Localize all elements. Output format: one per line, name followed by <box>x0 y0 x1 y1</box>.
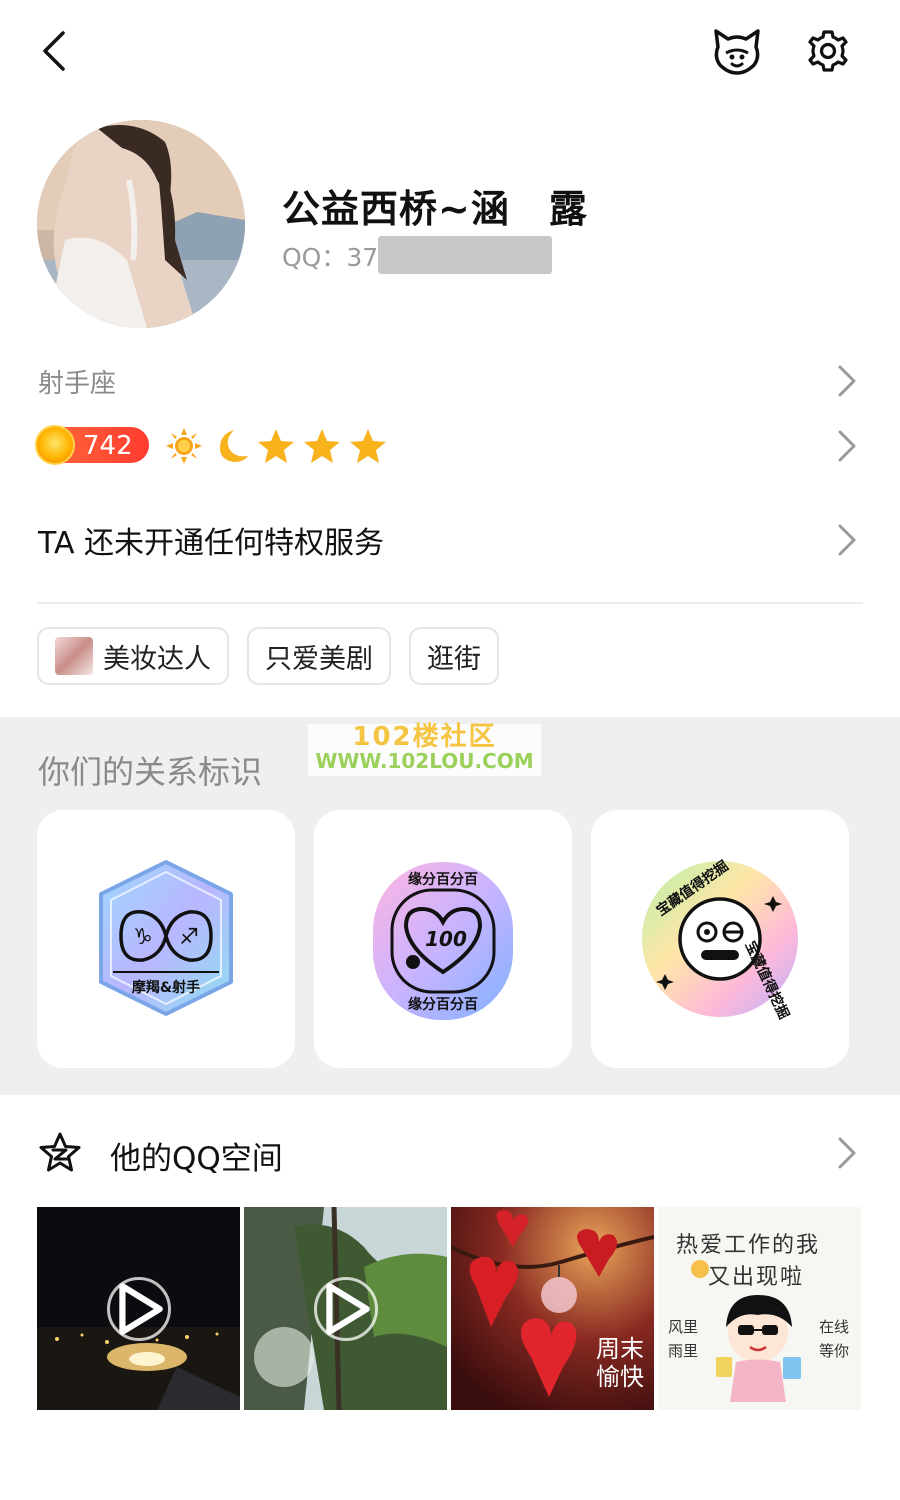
star-icon <box>258 429 294 463</box>
avatar-image <box>37 120 245 328</box>
zodiac-badge-card[interactable]: ♑ ♐ 摩羯&射手 <box>37 810 295 1068</box>
privilege-row[interactable]: TA 还未开通任何特权服务 <box>0 510 900 570</box>
fate-badge-ring-text-bottom: 缘分百分百 <box>408 996 478 1013</box>
qzone-row[interactable]: 他的QQ空间 <box>0 1125 900 1185</box>
watermark-line1: 102楼社区 <box>352 722 497 752</box>
fate-badge: 100 缘分百分百 缘分百分百 <box>373 862 513 1020</box>
tag-label: 美妆达人 <box>103 643 211 675</box>
work-text-line1: 热爱工作的我 <box>676 1233 821 1258</box>
treasure-badge: 宝藏值得挖掘 宝藏值得挖掘 <box>642 857 798 1022</box>
tag-tv-series[interactable]: 只爱美剧 <box>247 627 391 685</box>
zodiac-row[interactable]: 射手座 <box>0 355 900 405</box>
watermark: 102楼社区 WWW.102LOU.COM <box>308 722 541 776</box>
pet-button[interactable] <box>708 24 766 78</box>
work-text-left: 风里 雨里 <box>668 1318 699 1360</box>
top-bar <box>0 0 900 105</box>
pet-face-icon <box>714 29 760 75</box>
privilege-label: TA 还未开通任何特权服务 <box>38 526 385 561</box>
gear-icon <box>808 30 848 72</box>
work-text-line2: 又出现啦 <box>708 1265 805 1290</box>
zodiac-label: 射手座 <box>38 369 117 399</box>
qzone-title: 他的QQ空间 <box>110 1141 283 1177</box>
chevron-right-icon <box>838 1137 856 1169</box>
nickname: 公益西桥~涵 露 <box>282 187 588 231</box>
qzone-photo-weekend[interactable]: 周末愉快 <box>451 1207 654 1410</box>
sagittarius-symbol: ♐ <box>179 925 199 950</box>
qzone-video-2[interactable] <box>244 1207 447 1410</box>
qzone-star-icon <box>39 1132 81 1172</box>
fate-badge-number: 100 <box>425 927 467 951</box>
tag-label: 逛街 <box>427 643 481 675</box>
level-badge: 742 <box>35 425 149 465</box>
tag-makeup[interactable]: 美妆达人 <box>37 627 229 685</box>
capricorn-symbol: ♑ <box>133 925 153 950</box>
avatar[interactable] <box>37 120 245 328</box>
qzone-photos: 周末愉快 热爱工作的我 又出现啦 风里 雨里 在线 等你 <box>37 1207 863 1410</box>
fate-badge-ring-text: 缘分百分百 <box>408 871 478 888</box>
chevron-right-icon <box>838 365 856 397</box>
zodiac-badge: ♑ ♐ 摩羯&射手 <box>99 860 233 1016</box>
settings-button[interactable] <box>800 24 856 78</box>
play-button[interactable] <box>107 1277 171 1341</box>
chevron-left-icon <box>43 31 65 71</box>
tag-thumbnail <box>55 637 93 675</box>
level-number: 742 <box>83 431 133 461</box>
tag-label: 只爱美剧 <box>265 643 373 675</box>
interest-tags: 美妆达人 只爱美剧 逛街 <box>37 627 499 685</box>
play-icon <box>326 1283 370 1335</box>
level-row[interactable]: 742 <box>0 420 900 472</box>
star-icon <box>304 429 340 463</box>
chevron-right-icon <box>838 524 856 556</box>
star-icon <box>350 429 386 463</box>
play-icon <box>119 1283 163 1335</box>
work-text-right: 在线 等你 <box>819 1318 850 1360</box>
qq-number: QQ：37 <box>282 243 379 272</box>
level-icons <box>164 424 388 468</box>
qzone-photo-work[interactable]: 热爱工作的我 又出现啦 风里 雨里 在线 等你 <box>658 1207 861 1410</box>
relationship-title: 你们的关系标识 <box>38 753 263 791</box>
play-button[interactable] <box>314 1277 378 1341</box>
fate-badge-card[interactable]: 100 缘分百分百 缘分百分百 <box>314 810 572 1068</box>
weekend-text: 周末愉快 <box>596 1335 644 1391</box>
coin-icon <box>35 425 75 465</box>
qq-number-redaction <box>378 236 552 274</box>
divider <box>37 602 863 604</box>
tag-shopping[interactable]: 逛街 <box>409 627 499 685</box>
qzone-video-1[interactable] <box>37 1207 240 1410</box>
watermark-line2: WWW.102LOU.COM <box>315 749 534 774</box>
treasure-badge-card[interactable]: 宝藏值得挖掘 宝藏值得挖掘 <box>591 810 849 1068</box>
chevron-right-icon <box>838 430 856 462</box>
zodiac-badge-caption: 摩羯&射手 <box>132 979 200 996</box>
moon-icon <box>220 430 248 462</box>
back-button[interactable] <box>30 25 78 77</box>
sun-icon <box>166 428 202 464</box>
